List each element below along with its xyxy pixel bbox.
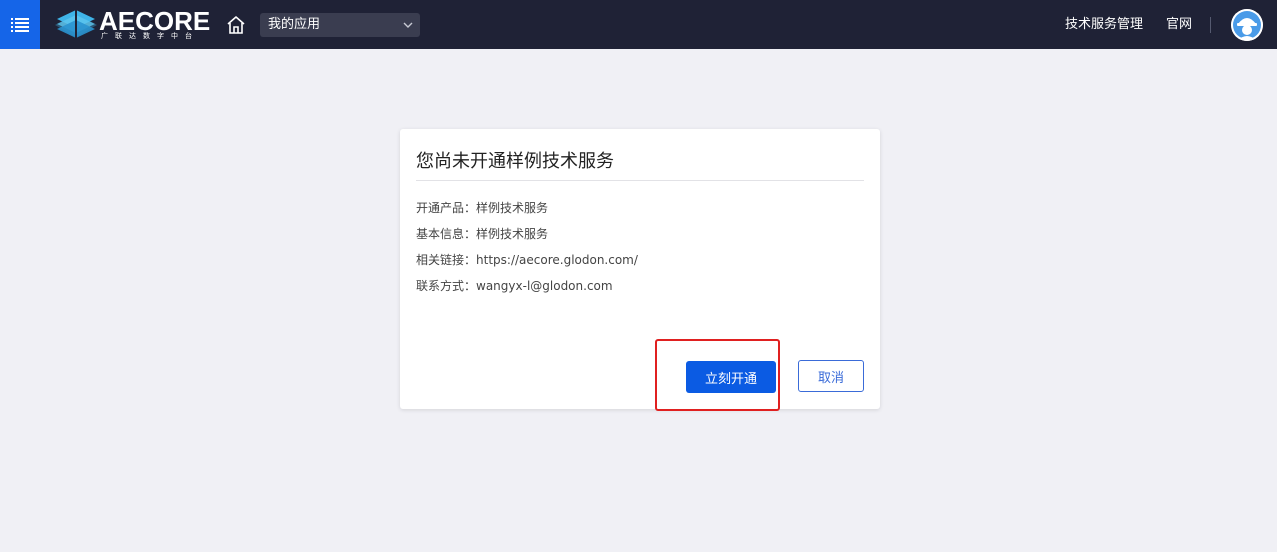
chevron-down-icon	[403, 22, 413, 28]
nav-divider	[1210, 17, 1211, 33]
aecore-logo[interactable]: AECORE 广联达数字中台	[55, 6, 210, 41]
logo-subtitle: 广联达数字中台	[101, 32, 199, 40]
service-activation-card: 您尚未开通样例技术服务 开通产品：样例技术服务 基本信息：样例技术服务 相关链接…	[400, 129, 880, 409]
menu-icon	[11, 17, 29, 32]
home-icon[interactable]	[226, 15, 246, 35]
activate-now-button[interactable]: 立刻开通	[686, 361, 776, 393]
info-row-contact: 联系方式：wangyx-l@glodon.com	[416, 277, 613, 294]
user-avatar[interactable]	[1231, 9, 1263, 41]
app-select-value: 我的应用	[268, 17, 321, 32]
info-row-link: 相关链接：https://aecore.glodon.com/	[416, 251, 638, 268]
info-value-link[interactable]: https://aecore.glodon.com/	[476, 253, 638, 267]
card-title: 您尚未开通样例技术服务	[416, 151, 614, 172]
card-divider	[416, 180, 864, 181]
top-navigation-bar: AECORE 广联达数字中台 我的应用 技术服务管理 官网	[0, 0, 1277, 49]
menu-button[interactable]	[0, 0, 40, 49]
info-row-product: 开通产品：样例技术服务	[416, 199, 548, 216]
info-row-basic: 基本信息：样例技术服务	[416, 225, 548, 242]
logo-mark-icon	[55, 10, 97, 40]
info-value: 样例技术服务	[476, 201, 549, 215]
info-value: 样例技术服务	[476, 227, 549, 241]
info-label: 基本信息：	[416, 227, 477, 241]
avatar-icon	[1231, 9, 1263, 41]
info-value: wangyx-l@glodon.com	[476, 279, 613, 293]
info-label: 开通产品：	[416, 201, 477, 215]
info-label: 联系方式：	[416, 279, 477, 293]
nav-tech-service-link[interactable]: 技术服务管理	[1065, 0, 1143, 49]
nav-official-site-link[interactable]: 官网	[1166, 0, 1192, 49]
cancel-button[interactable]: 取消	[798, 360, 864, 392]
app-select-dropdown[interactable]: 我的应用	[260, 13, 420, 37]
info-label: 相关链接：	[416, 253, 477, 267]
